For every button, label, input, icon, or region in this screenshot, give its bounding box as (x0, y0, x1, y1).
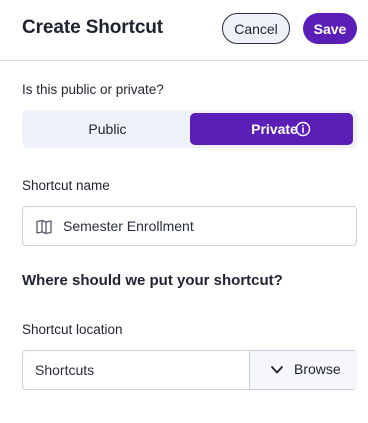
shortcut-location-label: Shortcut location (22, 322, 123, 337)
private-option-label: Private (251, 121, 298, 137)
placement-heading: Where should we put your shortcut? (22, 272, 283, 289)
public-option[interactable]: Public (25, 113, 190, 145)
chevron-down-icon (271, 366, 283, 374)
browse-button[interactable]: Browse (249, 351, 357, 389)
shortcut-name-label: Shortcut name (22, 178, 110, 193)
shortcut-name-value: Semester Enrollment (63, 218, 194, 234)
save-button[interactable]: Save (303, 13, 357, 44)
panel-title: Create Shortcut (22, 17, 164, 38)
browse-label: Browse (294, 361, 341, 377)
panel-header: Create Shortcut Cancel Save (0, 0, 368, 61)
cancel-button[interactable]: Cancel (222, 13, 290, 44)
book-icon (36, 219, 52, 235)
shortcut-location-field: Shortcuts Browse (22, 350, 357, 390)
visibility-question: Is this public or private? (22, 82, 164, 97)
visibility-toggle: Public Private (22, 110, 357, 148)
private-option[interactable]: Private (190, 113, 353, 145)
public-option-label: Public (88, 121, 127, 137)
shortcut-name-input[interactable]: Semester Enrollment (22, 206, 357, 246)
create-shortcut-panel: Create Shortcut Cancel Save Is this publ… (0, 0, 368, 423)
shortcut-location-value[interactable]: Shortcuts (35, 362, 94, 378)
info-icon[interactable] (295, 121, 311, 137)
